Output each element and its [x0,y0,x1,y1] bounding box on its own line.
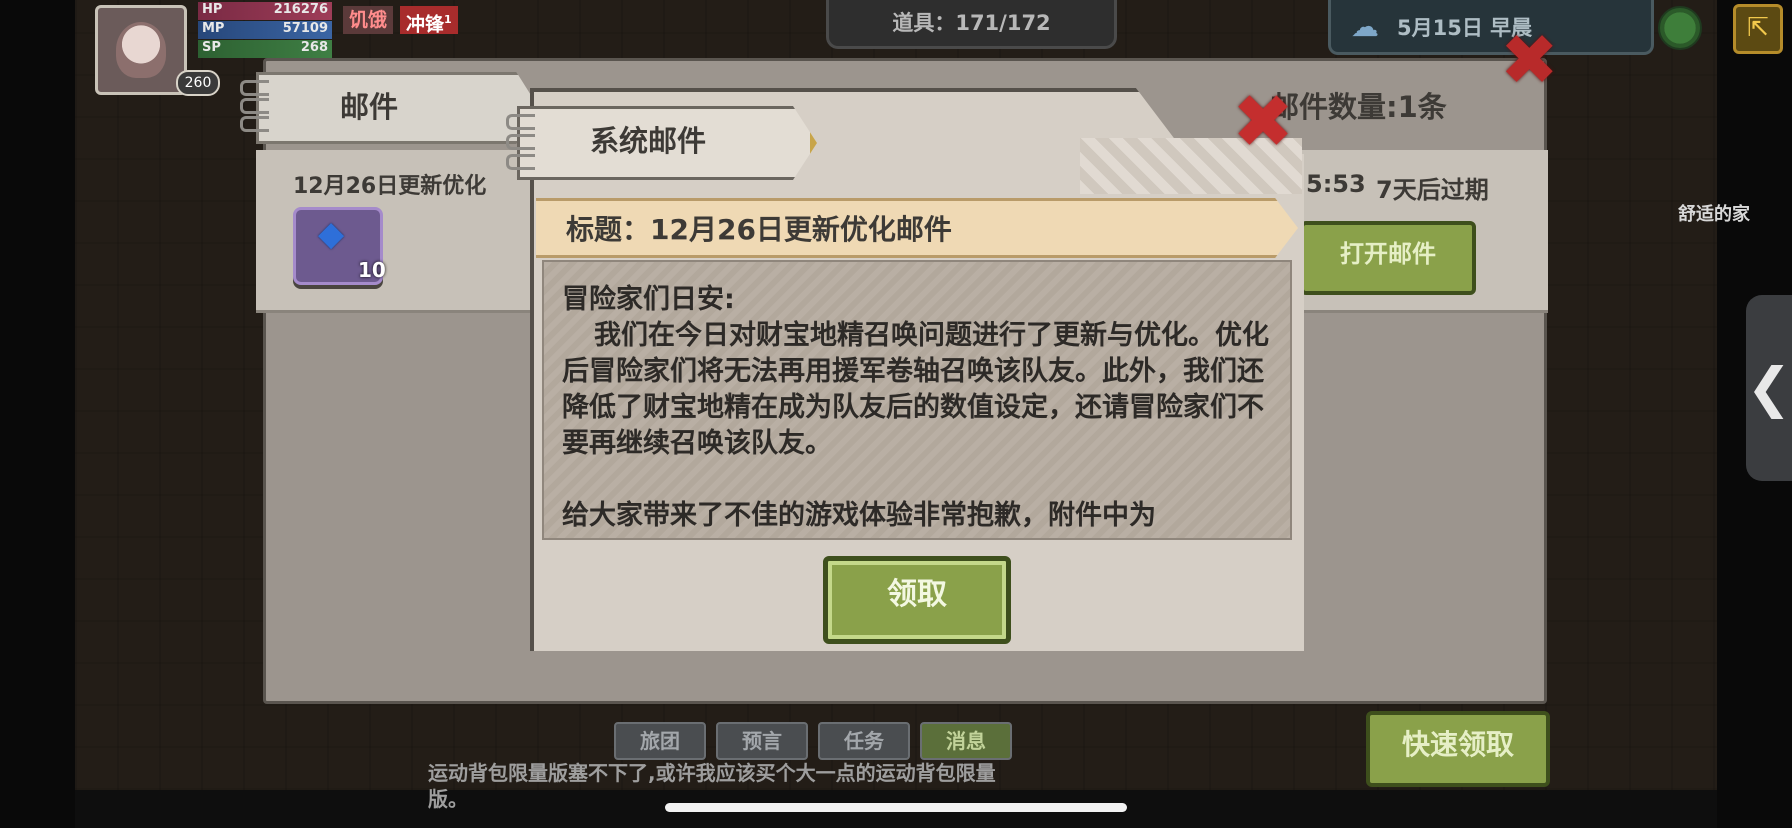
status-charge-label: 冲锋 [406,13,445,36]
mp-label: MP [202,21,225,36]
mail-item-expire: 7天后过期 [1376,176,1489,204]
status-charge: 冲锋1 [400,6,458,36]
mail-count: 邮件数量:1条 [1270,90,1447,124]
mp-bar: MP 57109 [198,21,332,39]
mail-item-title: 12月26日更新优化 [293,174,487,199]
globe-icon[interactable] [1658,6,1702,50]
cloud-icon: ☁ [1351,10,1379,43]
side-panel-toggle[interactable]: ❮ [1746,295,1792,481]
claim-button[interactable]: 领取 [823,556,1011,644]
status-hungry: 饥饿 [343,6,394,34]
tab-spiral [506,114,535,130]
mail-window-close-icon[interactable]: ✖ [1500,25,1559,95]
system-mail-tab-label: 系统邮件 [590,124,707,158]
tab-quest[interactable]: 任务 [818,722,910,760]
close-icon[interactable]: ✖ [1232,85,1294,159]
mail-item-time: 5:53 [1306,170,1366,198]
sp-value: 268 [300,40,328,55]
mail-paragraph: 给大家带来了不佳的游戏体验非常抱歉，附件中为 [562,500,1156,531]
tab-spiral [240,116,269,132]
tab-spiral [240,98,269,114]
items-count[interactable]: 道具：171/172 [826,0,1117,49]
exit-icon[interactable]: ⇱ [1733,4,1783,54]
tab-spiral [506,154,535,170]
tab-spiral [506,134,535,150]
home-indicator[interactable] [665,803,1127,812]
level-badge: 260 [176,70,220,96]
avatar-face [116,22,166,78]
tab-guild[interactable]: 旅团 [614,722,706,760]
attachment-count: 10 [358,258,386,282]
player-avatar[interactable] [95,5,187,95]
mail-greeting: 冒险家们日安: [562,284,735,315]
quick-claim-button[interactable]: 快速领取 [1366,711,1550,787]
hp-bar: HP 216276 [198,2,332,20]
mp-value: 57109 [282,21,328,36]
tab-spiral [240,80,269,96]
gem-icon: ◆ [318,214,345,254]
hp-label: HP [202,2,223,17]
sp-label: SP [202,40,221,55]
sp-bar: SP 268 [198,40,332,58]
open-mail-button[interactable]: 打开邮件 [1300,221,1476,295]
status-charge-count: 1 [444,13,452,26]
player-stats: HP 216276 MP 57109 SP 268 [198,2,332,59]
place-label: 舒适的家 [1678,204,1750,225]
mail-subject: 标题：12月26日更新优化邮件 [566,213,952,246]
mail-tab-label: 邮件 [340,90,399,124]
mail-body[interactable]: 冒险家们日安: 我们在今日对财宝地精召唤问题进行了更新与优化。优化后冒险家们将无… [542,260,1292,540]
hp-value: 216276 [273,2,328,17]
tab-prophecy[interactable]: 预言 [716,722,808,760]
tab-messages[interactable]: 消息 [920,722,1012,760]
weather-panel: ☁ 5月15日 早晨 [1328,0,1654,55]
mail-paragraph: 我们在今日对财宝地精召唤问题进行了更新与优化。优化后冒险家们将无法再用援军卷轴召… [562,320,1269,459]
mail-body-text: 冒险家们日安: 我们在今日对财宝地精召唤问题进行了更新与优化。优化后冒险家们将无… [562,282,1274,534]
chevron-left-icon: ❮ [1746,356,1792,419]
